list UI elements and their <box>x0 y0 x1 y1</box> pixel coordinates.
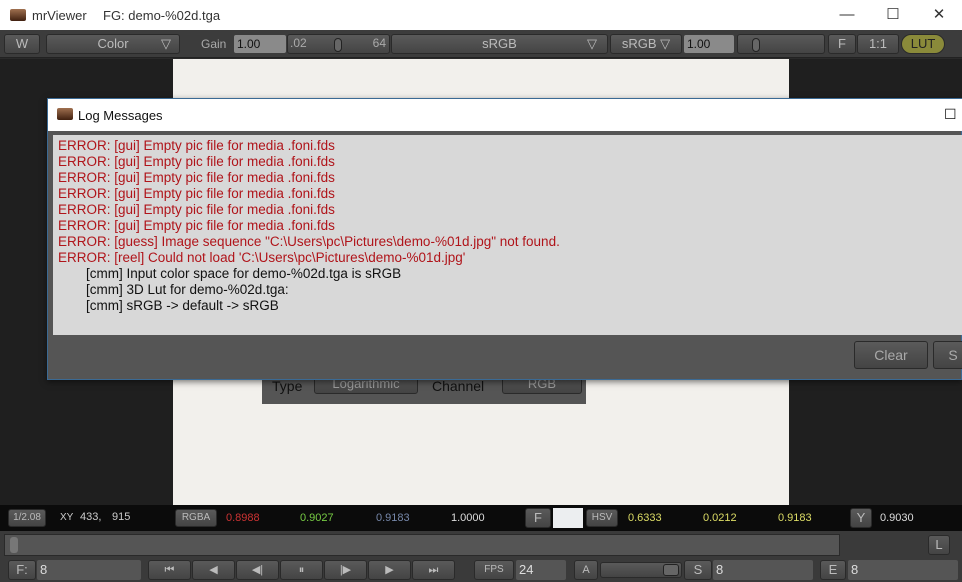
green-value: 0.9027 <box>300 512 334 524</box>
channel-dropdown[interactable]: Color ▽ <box>46 34 180 54</box>
channel-label: Channel <box>432 378 485 394</box>
close-button[interactable]: ✕ <box>916 0 962 30</box>
red-value: 0.8988 <box>226 512 260 524</box>
luma-value: 0.9030 <box>880 512 914 524</box>
last-frame-button[interactable]: ⏭ <box>412 560 455 580</box>
log-message: ERROR: [gui] Empty pic file for media .f… <box>58 218 335 233</box>
gamma-slider[interactable]: .02 64 <box>287 34 390 54</box>
dialog-title-bar: Log Messages ☐ <box>48 99 962 131</box>
chevron-down-icon: ▽ <box>587 36 597 51</box>
rgba-button[interactable]: RGBA <box>175 509 217 527</box>
loop-button[interactable]: L <box>928 535 950 555</box>
frame-input[interactable]: 8 <box>37 560 141 580</box>
maximize-button[interactable]: ☐ <box>870 0 916 30</box>
step-forward-button[interactable]: ▶ <box>368 560 411 580</box>
hsv-button[interactable]: HSV <box>586 509 618 527</box>
input-colorspace-dropdown[interactable]: sRGB ▽ <box>391 34 608 54</box>
log-text-area[interactable]: ERROR: [gui] Empty pic file for media .f… <box>53 135 962 335</box>
hue-value: 0.6333 <box>628 512 662 524</box>
log-message: ERROR: [reel] Could not load 'C:\Users\p… <box>58 250 466 265</box>
chevron-down-icon: ▽ <box>660 36 671 51</box>
first-frame-button[interactable]: ⏮ <box>148 560 191 580</box>
log-message: ERROR: [gui] Empty pic file for media .f… <box>58 186 335 201</box>
x-coordinate: 433, <box>80 511 102 523</box>
start-label: S <box>684 560 712 580</box>
chevron-down-icon: ▽ <box>161 36 171 51</box>
start-frame-input[interactable]: 8 <box>713 560 813 580</box>
log-message: [cmm] sRGB -> default -> sRGB <box>86 298 279 313</box>
luma-button[interactable]: Y <box>850 508 872 528</box>
slider-handle[interactable] <box>663 564 679 576</box>
slider-handle[interactable] <box>752 38 760 52</box>
gamma-max: 64 <box>372 36 386 50</box>
xy-label: XY <box>60 512 74 523</box>
blue-value: 0.9183 <box>376 512 410 524</box>
output-colorspace-dropdown[interactable]: sRGB ▽ <box>610 34 682 54</box>
app-name: mrViewer <box>32 8 87 23</box>
log-message: ERROR: [gui] Empty pic file for media .f… <box>58 170 335 185</box>
toolbar: W Color ▽ Gain 1.00 .02 64 sRGB ▽ sRGB ▽ 1… <box>0 30 962 58</box>
fps-button[interactable]: FPS <box>474 560 514 580</box>
minimize-button[interactable]: — <box>824 0 870 30</box>
end-label: E <box>820 560 846 580</box>
saturation-value: 0.0212 <box>703 512 737 524</box>
f-button[interactable]: F <box>828 34 856 54</box>
f-pixel-button[interactable]: F <box>525 508 551 528</box>
playback-controls: F: 8 ⏮ ◀ ◀| ⏸ |▶ ▶ ⏭ FPS 24 A S 8 E 8 <box>0 558 962 582</box>
timeline[interactable]: L <box>0 531 962 558</box>
pixel-info-bar: 1/2.08 XY 433, 915 RGBA 0.8988 0.9027 0.… <box>0 505 962 531</box>
log-message: ERROR: [guess] Image sequence "C:\Users\… <box>58 234 560 249</box>
dialog-maximize-button[interactable]: ☐ <box>944 106 957 123</box>
play-backward-button[interactable]: ◀| <box>236 560 279 580</box>
y-coordinate: 915 <box>112 511 131 523</box>
w-button[interactable]: W <box>4 34 40 54</box>
exposure-slider[interactable] <box>737 34 825 54</box>
volume-slider[interactable] <box>600 562 682 578</box>
step-back-button[interactable]: ◀ <box>192 560 235 580</box>
app-icon <box>57 108 73 120</box>
log-message: [cmm] 3D Lut for demo-%02d.tga: <box>86 282 289 297</box>
transport-buttons: ⏮ ◀ ◀| ⏸ |▶ ▶ ⏭ <box>148 560 460 580</box>
alpha-value: 1.0000 <box>451 512 485 524</box>
zoom-button[interactable]: 1/2.08 <box>8 509 46 527</box>
gain-label: Gain <box>201 37 227 51</box>
window-title: FG: demo-%02d.tga <box>103 8 221 23</box>
end-frame-input[interactable]: 8 <box>848 560 958 580</box>
play-forward-button[interactable]: |▶ <box>324 560 367 580</box>
fps-input[interactable]: 24 <box>516 560 566 580</box>
dialog-title: Log Messages <box>78 108 163 123</box>
audio-button[interactable]: A <box>574 560 598 580</box>
lut-button[interactable]: LUT <box>901 34 945 54</box>
slider-handle[interactable] <box>334 38 342 52</box>
output-colorspace-value: sRGB <box>621 36 657 51</box>
gamma-input[interactable]: 1.00 <box>684 35 734 53</box>
log-message: ERROR: [gui] Empty pic file for media .f… <box>58 154 335 169</box>
save-button[interactable]: S <box>933 341 962 369</box>
log-message: [cmm] Input color space for demo-%02d.tg… <box>86 266 402 281</box>
timeline-handle[interactable] <box>10 537 18 553</box>
color-swatch <box>553 508 583 528</box>
type-label: Type <box>272 378 303 394</box>
log-message: ERROR: [gui] Empty pic file for media .f… <box>58 202 335 217</box>
input-colorspace-value: sRGB <box>482 36 517 51</box>
value-value: 0.9183 <box>778 512 812 524</box>
gamma-min: .02 <box>290 36 307 50</box>
log-messages-dialog: Log Messages ☐ ERROR: [gui] Empty pic fi… <box>47 98 962 380</box>
gain-input[interactable]: 1.00 <box>234 35 286 53</box>
frame-label: F: <box>8 560 36 580</box>
pause-button[interactable]: ⏸ <box>280 560 323 580</box>
ratio-button[interactable]: 1:1 <box>857 34 899 54</box>
channel-value: Color <box>97 36 129 51</box>
timeline-track[interactable] <box>4 534 840 556</box>
log-message: ERROR: [gui] Empty pic file for media .f… <box>58 138 335 153</box>
title-bar: mrViewer FG: demo-%02d.tga — ☐ ✕ <box>0 0 962 30</box>
app-icon <box>10 9 26 21</box>
clear-button[interactable]: Clear <box>854 341 928 369</box>
